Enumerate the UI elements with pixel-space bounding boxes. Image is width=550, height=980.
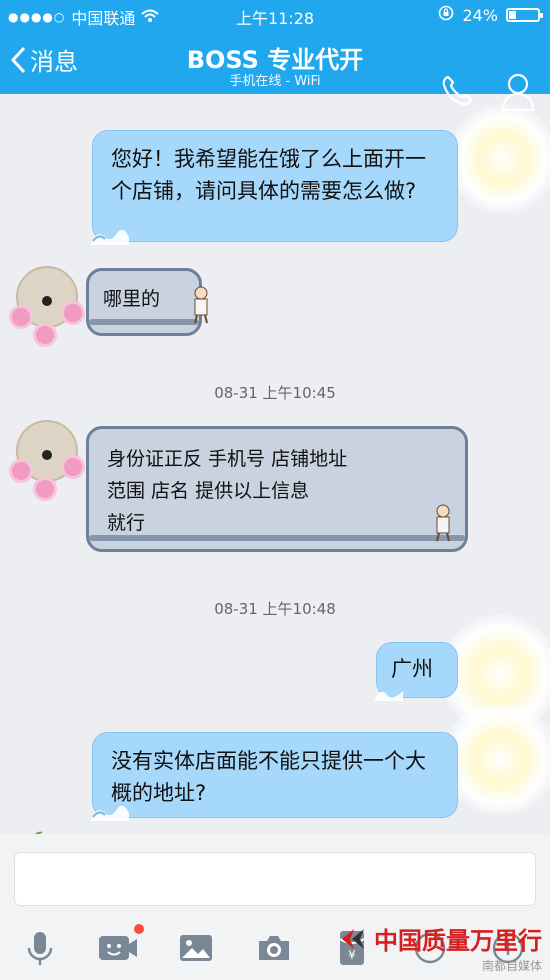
camera-button[interactable] [250,924,298,972]
outgoing-message: 您好！我希望能在饿了么上面开一个店铺，请问具体的需要怎么做? [91,130,458,245]
rotation-lock-icon [438,5,454,25]
image-button[interactable] [172,924,220,972]
message-text: 没有实体店面能不能只提供一个大概的地址? [111,749,426,805]
incoming-message: 身份证正反 手机号 店铺地址 范围 店名 提供以上信息 就行 [86,426,468,552]
wave-icon [91,805,129,821]
battery-icon [506,8,543,22]
message-text: 哪里的 [103,288,161,310]
input-bar: ¥ 中国质量万里行 南都自媒体 [0,834,550,980]
status-bar: ●●●●○ 中国联通 上午11:28 24% [0,0,550,30]
outgoing-message: 没有实体店面能不能只提供一个大概的地址? [91,732,458,821]
video-button[interactable] [94,924,144,972]
flower-decoration [64,304,82,322]
video-emoji-icon [99,936,137,960]
flower-decoration [36,326,54,344]
message-line: 范围 店名 提供以上信息 [107,480,310,502]
watermark-text: 中国质量万里行 [374,926,542,955]
battery-percent: 24% [462,5,498,25]
watermark-logo-icon [342,928,364,949]
message-text: 广州 [391,657,433,681]
message-line: 身份证正反 手机号 店铺地址 [107,448,348,470]
timestamp: 08-31 上午10:45 [214,384,336,402]
image-icon [180,935,212,961]
sofa-decoration [89,319,199,325]
timestamp: 08-31 上午10:48 [214,600,336,618]
notification-dot [134,924,144,934]
wave-icon [375,691,403,701]
watermark-subtext: 南都自媒体 [481,959,542,973]
status-right: 24% [438,5,543,25]
sparkle-decoration [448,104,550,214]
camera-icon [259,936,289,960]
voice-button[interactable] [16,924,64,972]
flower-decoration [12,308,30,326]
message-text: 您好！我希望能在饿了么上面开一个店铺，请问具体的需要怎么做? [111,147,426,203]
microphone-icon [27,932,53,965]
chat-area[interactable]: 您好！我希望能在饿了么上面开一个店铺，请问具体的需要怎么做? 哪里的 08-31… [0,94,550,839]
outgoing-message: 广州 [375,642,458,701]
message-input[interactable] [14,852,536,906]
flower-decoration [36,480,54,498]
sofa-decoration [89,535,465,541]
battery-fill [509,11,516,19]
nav-bar: 消息 BOSS 专业代开 手机在线 - WiFi [0,30,550,112]
figure-icon [436,504,450,542]
watermark: 中国质量万里行 [340,921,542,956]
figure-icon [194,286,208,324]
flower-decoration [64,458,82,476]
incoming-message: 哪里的 [86,268,208,336]
flower-decoration [12,462,30,480]
wave-icon [91,229,129,245]
